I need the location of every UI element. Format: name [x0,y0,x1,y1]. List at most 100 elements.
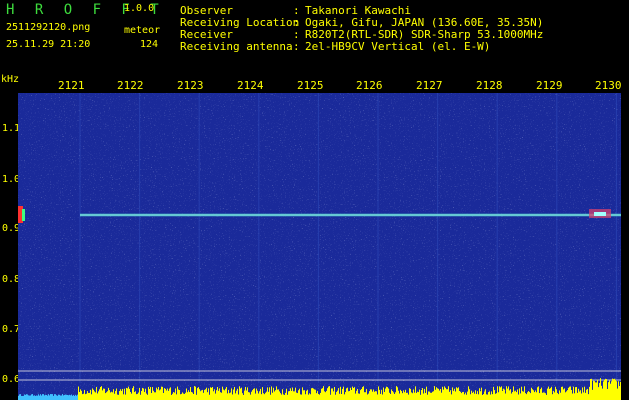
signal-bar [72,395,73,400]
signal-bar [401,391,402,400]
signal-bar [349,391,350,400]
signal-bar [42,394,43,400]
signal-bar [259,391,260,400]
signal-bar [103,388,104,400]
signal-bar [438,388,439,400]
signal-bar [464,394,465,400]
signal-bar [476,394,477,400]
signal-bar [328,386,329,400]
time-tick-label: 2127 [416,79,443,92]
signal-bar [421,390,422,400]
signal-bar [523,391,524,400]
signal-bar [157,389,158,400]
signal-bar [154,392,155,400]
signal-bar [122,388,123,400]
signal-bar [174,392,175,400]
signal-bar [352,386,353,400]
signal-bar [44,395,45,400]
signal-bar [57,395,58,400]
signal-bar [357,388,358,400]
signal-bar [308,394,309,400]
signal-bar [282,389,283,400]
signal-bar [20,394,21,400]
signal-bar [448,386,449,400]
signal-bar [298,390,299,400]
signal-bar [480,391,481,400]
signal-bar [275,390,276,400]
signal-bar [389,392,390,400]
signal-bar [390,393,391,400]
signal-bar [567,390,568,400]
time-tick-label: 2121 [58,79,85,92]
signal-bar [222,386,223,400]
signal-bar [142,387,143,400]
signal-bar [186,388,187,400]
spectrogram-noise [18,93,621,400]
signal-bar [489,391,490,400]
signal-bar [462,392,463,400]
signal-bar [276,386,277,400]
signal-bar [230,392,231,400]
signal-bar [164,388,165,400]
signal-bar [75,394,76,400]
signal-bar [180,394,181,400]
signal-bar [411,392,412,400]
signal-bar [485,389,486,400]
signal-bar [196,394,197,400]
signal-bar [544,392,545,400]
signal-bar [593,380,594,400]
signal-bar [158,386,159,400]
signal-bar [233,389,234,400]
time-tick-label: 2122 [117,79,144,92]
signal-bar [273,387,274,400]
signal-bar [91,394,92,400]
location-label: Receiving Location [180,16,300,29]
signal-bar [495,393,496,400]
signal-bar [270,394,271,400]
signal-bar [522,391,523,400]
signal-bar [417,391,418,400]
signal-bar [76,395,77,400]
signal-bar [319,394,320,400]
signal-bar [32,394,33,400]
signal-bar [407,392,408,400]
signal-bar [155,392,156,400]
signal-bar [491,391,492,400]
signal-bar [56,395,57,400]
signal-bar [403,390,404,400]
signal-bar [286,388,287,400]
signal-bar [600,378,601,400]
signal-bar [460,391,461,400]
signal-bar [497,386,498,400]
time-tick-label: 2124 [237,79,264,92]
signal-bar [615,379,616,400]
signal-bar [135,391,136,400]
signal-bar [31,394,32,400]
signal-bar [183,393,184,400]
signal-bar [223,389,224,400]
signal-bar [30,395,31,400]
signal-bar [84,390,85,400]
signal-bar [507,388,508,400]
signal-bar [40,394,41,400]
signal-bar [300,394,301,400]
signal-bar [579,391,580,400]
signal-bar [50,394,51,400]
signal-bar [71,394,72,400]
signal-bar [354,387,355,400]
signal-bar [526,394,527,400]
signal-bar [564,388,565,400]
signal-bar [542,392,543,400]
signal-bar [451,394,452,400]
signal-bar [73,394,74,400]
signal-bar [144,391,145,400]
signal-bar [172,393,173,400]
signal-bar [320,392,321,400]
signal-bar [290,388,291,400]
signal-bar [281,394,282,400]
signal-bar [206,387,207,400]
signal-bar [98,391,99,400]
signal-bar [588,394,589,400]
signal-bar [65,394,66,400]
signal-bar [590,378,591,400]
